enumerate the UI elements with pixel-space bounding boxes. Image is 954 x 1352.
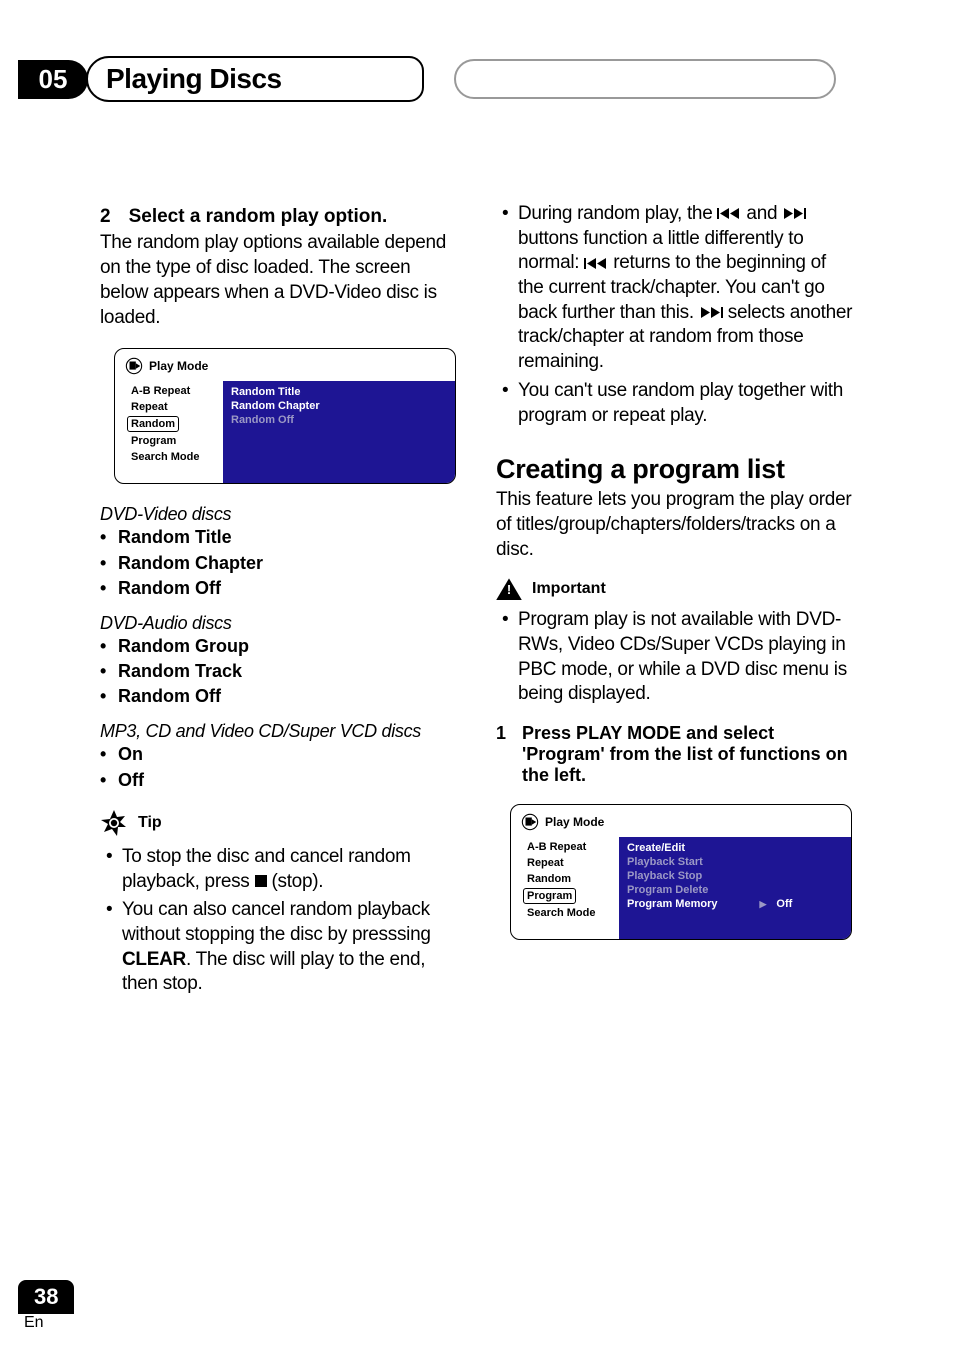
chapter-number-badge: 05 [18, 60, 88, 99]
page-number-badge: 38 [18, 1280, 74, 1314]
menu-item: Repeat [127, 399, 223, 415]
list-item: Random Chapter [100, 551, 458, 576]
left-column: 2 Select a random play option. The rando… [100, 202, 458, 1009]
menu-title: Play Mode [545, 815, 604, 829]
list-item: Random Title [100, 525, 458, 550]
important-list: Program play is not available with DVD-R… [496, 608, 854, 707]
important-icon: ! [496, 578, 522, 600]
mp3-caption: MP3, CD and Video CD/Super VCD discs [100, 721, 458, 742]
list-item: Off [100, 768, 458, 793]
step-1-heading: 1 Press PLAY MODE and select 'Program' f… [496, 723, 854, 786]
chapter-title-frame: Playing Discs [86, 56, 424, 102]
menu-right-list: Create/EditPlayback StartPlayback StopPr… [619, 837, 851, 939]
play-mode-icon [125, 357, 143, 375]
chapter-header: 05 Playing Discs [0, 56, 954, 102]
play-mode-menu-program: Play Mode A-B RepeatRepeatRandomProgramS… [510, 804, 852, 940]
menu-item: Search Mode [127, 449, 223, 465]
random-play-notes: During random play, the and buttons func… [496, 202, 854, 428]
menu-option: Random Off [231, 413, 447, 427]
chapter-title: Playing Discs [106, 63, 282, 95]
list-item: You can also cancel random playback with… [100, 898, 458, 997]
step-number: 2 [100, 206, 111, 228]
important-label: Important [532, 580, 606, 598]
menu-option: Random Title [231, 385, 447, 399]
menu-title: Play Mode [149, 359, 208, 373]
menu-item: A-B Repeat [127, 383, 223, 399]
dvd-audio-caption: DVD-Audio discs [100, 613, 458, 634]
menu-item: Program [127, 433, 223, 449]
tip-label: Tip [138, 814, 162, 832]
list-item: On [100, 742, 458, 767]
page-language: En [24, 1314, 74, 1332]
step-title: Press PLAY MODE and select 'Program' fro… [522, 723, 854, 786]
step-number: 1 [496, 723, 506, 786]
dvd-video-caption: DVD-Video discs [100, 504, 458, 525]
list-item: Random Group [100, 634, 458, 659]
menu-option: Create/Edit [627, 841, 843, 855]
step-2-heading: 2 Select a random play option. [100, 206, 458, 228]
list-item: You can't use random play together with … [496, 379, 854, 428]
list-item: To stop the disc and cancel random playb… [100, 845, 458, 894]
step-title: Select a random play option. [129, 206, 388, 228]
right-column: During random play, the and buttons func… [496, 202, 854, 1009]
menu-item: Random [523, 871, 619, 887]
step-2-body: The random play options available depend… [100, 230, 458, 330]
dvd-audio-list: Random GroupRandom TrackRandom Off [100, 634, 458, 710]
page-footer: 38 En [18, 1280, 74, 1332]
section-heading: Creating a program list [496, 454, 854, 485]
menu-left-list: A-B RepeatRepeatRandomProgramSearch Mode [115, 381, 223, 483]
menu-option: Program Memory▶ Off [627, 897, 843, 911]
header-right-bubble [454, 59, 836, 99]
menu-option: Random Chapter [231, 399, 447, 413]
menu-item: Search Mode [523, 905, 619, 921]
play-mode-icon [521, 813, 539, 831]
menu-right-list: Random TitleRandom ChapterRandom Off [223, 381, 455, 483]
list-item: Random Track [100, 659, 458, 684]
menu-left-list: A-B RepeatRepeatRandomProgramSearch Mode [511, 837, 619, 939]
menu-item: A-B Repeat [523, 839, 619, 855]
dvd-video-list: Random TitleRandom ChapterRandom Off [100, 525, 458, 601]
menu-option: Playback Start [627, 855, 843, 869]
list-item: Random Off [100, 684, 458, 709]
list-item: Program play is not available with DVD-R… [496, 608, 854, 707]
tip-row: Tip [100, 809, 458, 837]
play-mode-menu-random: Play Mode A-B RepeatRepeatRandomProgramS… [114, 348, 456, 484]
section-body: This feature lets you program the play o… [496, 487, 854, 562]
list-item: Random Off [100, 576, 458, 601]
menu-option: Program Delete [627, 883, 843, 897]
tip-icon [100, 809, 128, 837]
important-row: ! Important [496, 578, 854, 600]
tip-list: To stop the disc and cancel random playb… [100, 845, 458, 997]
list-item: During random play, the and buttons func… [496, 202, 854, 375]
mp3-list: OnOff [100, 742, 458, 792]
menu-item: Repeat [523, 855, 619, 871]
menu-option: Playback Stop [627, 869, 843, 883]
